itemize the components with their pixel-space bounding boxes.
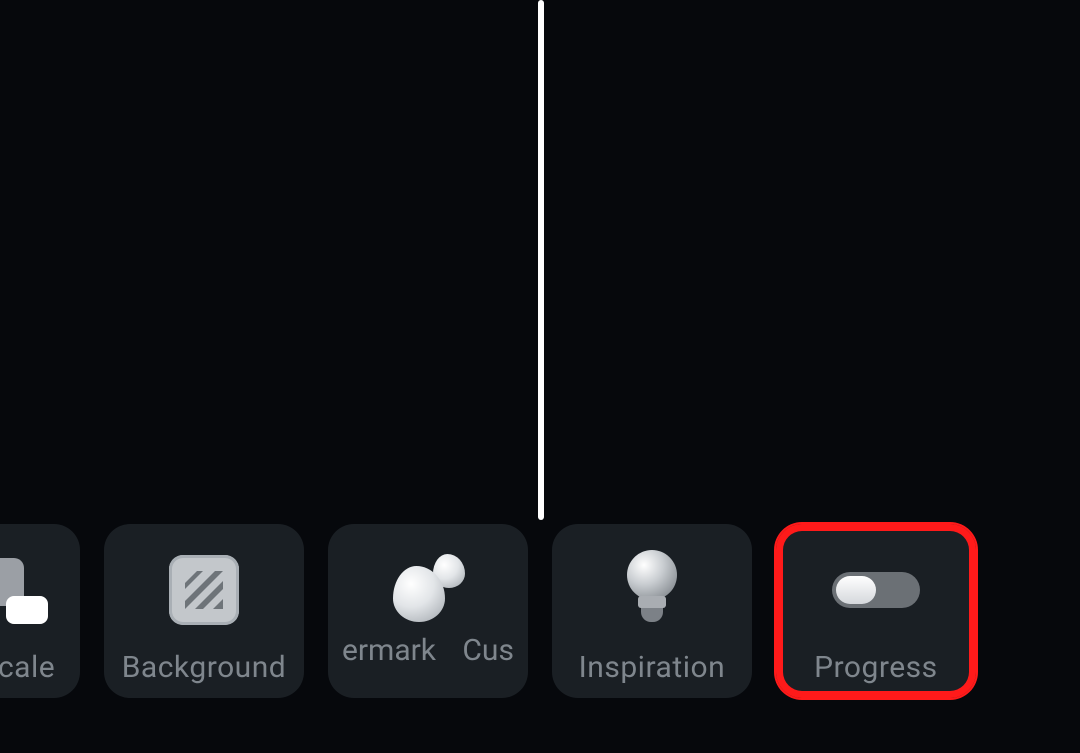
watermark-icon [328,550,528,630]
background-icon [104,550,304,630]
preview-divider [538,0,544,520]
tool-progress-label: Progress [776,650,976,685]
tool-background[interactable]: Background [104,524,304,698]
scale-icon [0,550,80,630]
tool-background-label: Background [104,650,304,685]
bottom-toolbar: scale Background [0,524,1080,714]
tool-scale[interactable]: scale [0,524,80,698]
toggle-icon [776,550,976,630]
tool-scale-label: scale [0,650,80,685]
tool-inspiration[interactable]: Inspiration [552,524,752,698]
lightbulb-icon [552,550,752,630]
tool-watermark[interactable]: ermark Cus [328,524,528,698]
tool-inspiration-label: Inspiration [552,650,752,685]
tool-watermark-label-left: ermark [342,633,436,668]
tool-progress[interactable]: Progress [776,524,976,698]
tool-watermark-label-right: Cus [462,633,514,668]
